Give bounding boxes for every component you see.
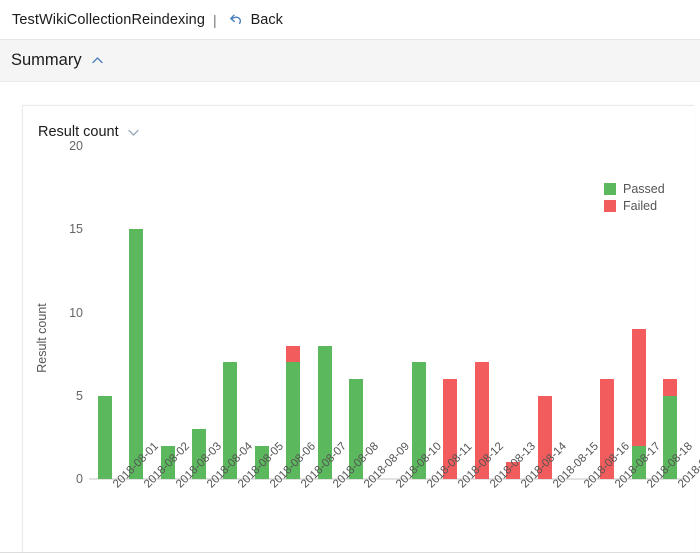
title-separator: |	[213, 11, 217, 28]
bar-segment-failed[interactable]	[663, 379, 678, 396]
x-axis-tick-label: 2018-08-14	[519, 440, 569, 490]
bar-group[interactable]	[129, 229, 144, 479]
summary-title: Summary	[11, 51, 82, 69]
x-axis-tick-label: 2018-08-04	[205, 440, 255, 490]
x-axis-tick-label: 2018-08-10	[394, 440, 444, 490]
x-axis-ticks: 2018-08-012018-08-022018-08-032018-08-04…	[89, 440, 700, 552]
x-axis-tick-label: 2018-08-19	[676, 440, 700, 491]
bar-segment-failed[interactable]	[631, 329, 646, 446]
x-axis-tick-label: 2018-08-16	[582, 440, 632, 490]
y-axis-tick-label: 20	[69, 139, 83, 153]
bar-series-container	[89, 146, 686, 479]
bar-group[interactable]	[97, 395, 112, 479]
x-axis-tick-label: 2018-08-09	[362, 440, 413, 491]
page-title: TestWikiCollectionReindexing	[12, 11, 205, 28]
x-axis-tick-label: 2018-08-12	[456, 440, 506, 490]
y-axis-tick-label: 5	[76, 388, 83, 403]
bar-segment-failed[interactable]	[286, 345, 301, 363]
x-axis-tick-label: 2018-08-17	[613, 440, 663, 490]
x-axis-tick-label: 2018-08-13	[488, 440, 538, 490]
x-axis-tick-label: 2018-08-05	[236, 440, 286, 490]
x-axis-tick-label: 2018-08-11	[425, 441, 474, 490]
chevron-up-icon[interactable]	[91, 54, 104, 67]
chart-card: Result count Passed Failed Result count 0…	[22, 105, 700, 553]
y-axis-tick-label: 0	[76, 472, 83, 486]
top-bar: TestWikiCollectionReindexing | Back	[0, 0, 700, 40]
summary-section-header[interactable]: Summary	[0, 40, 700, 82]
x-axis-tick-label: 2018-08-18	[645, 440, 695, 490]
plot-area: Result count 05101520 2018-08-012018-08-…	[23, 106, 700, 553]
y-axis-tick-label: 10	[69, 305, 83, 320]
back-button[interactable]: Back	[226, 11, 283, 29]
x-axis-tick-label: 2018-08-06	[268, 440, 318, 490]
x-axis-tick-label: 2018-08-08	[331, 440, 381, 490]
bar-segment-passed[interactable]	[129, 229, 144, 479]
undo-arrow-icon	[226, 11, 244, 29]
back-label: Back	[250, 11, 283, 28]
x-axis-tick-label: 2018-08-03	[174, 440, 224, 490]
y-axis-tick-label: 15	[69, 222, 83, 237]
x-axis-tick-label: 2018-08-01	[111, 440, 161, 490]
y-axis-ticks: 0 5 10 15 20	[45, 106, 83, 553]
x-axis-tick-label: 2018-08-15	[550, 440, 601, 491]
x-axis-tick-label: 2018-08-02	[142, 440, 192, 490]
bar-segment-passed[interactable]	[97, 395, 112, 479]
x-axis-tick-label: 2018-08-07	[299, 440, 349, 490]
